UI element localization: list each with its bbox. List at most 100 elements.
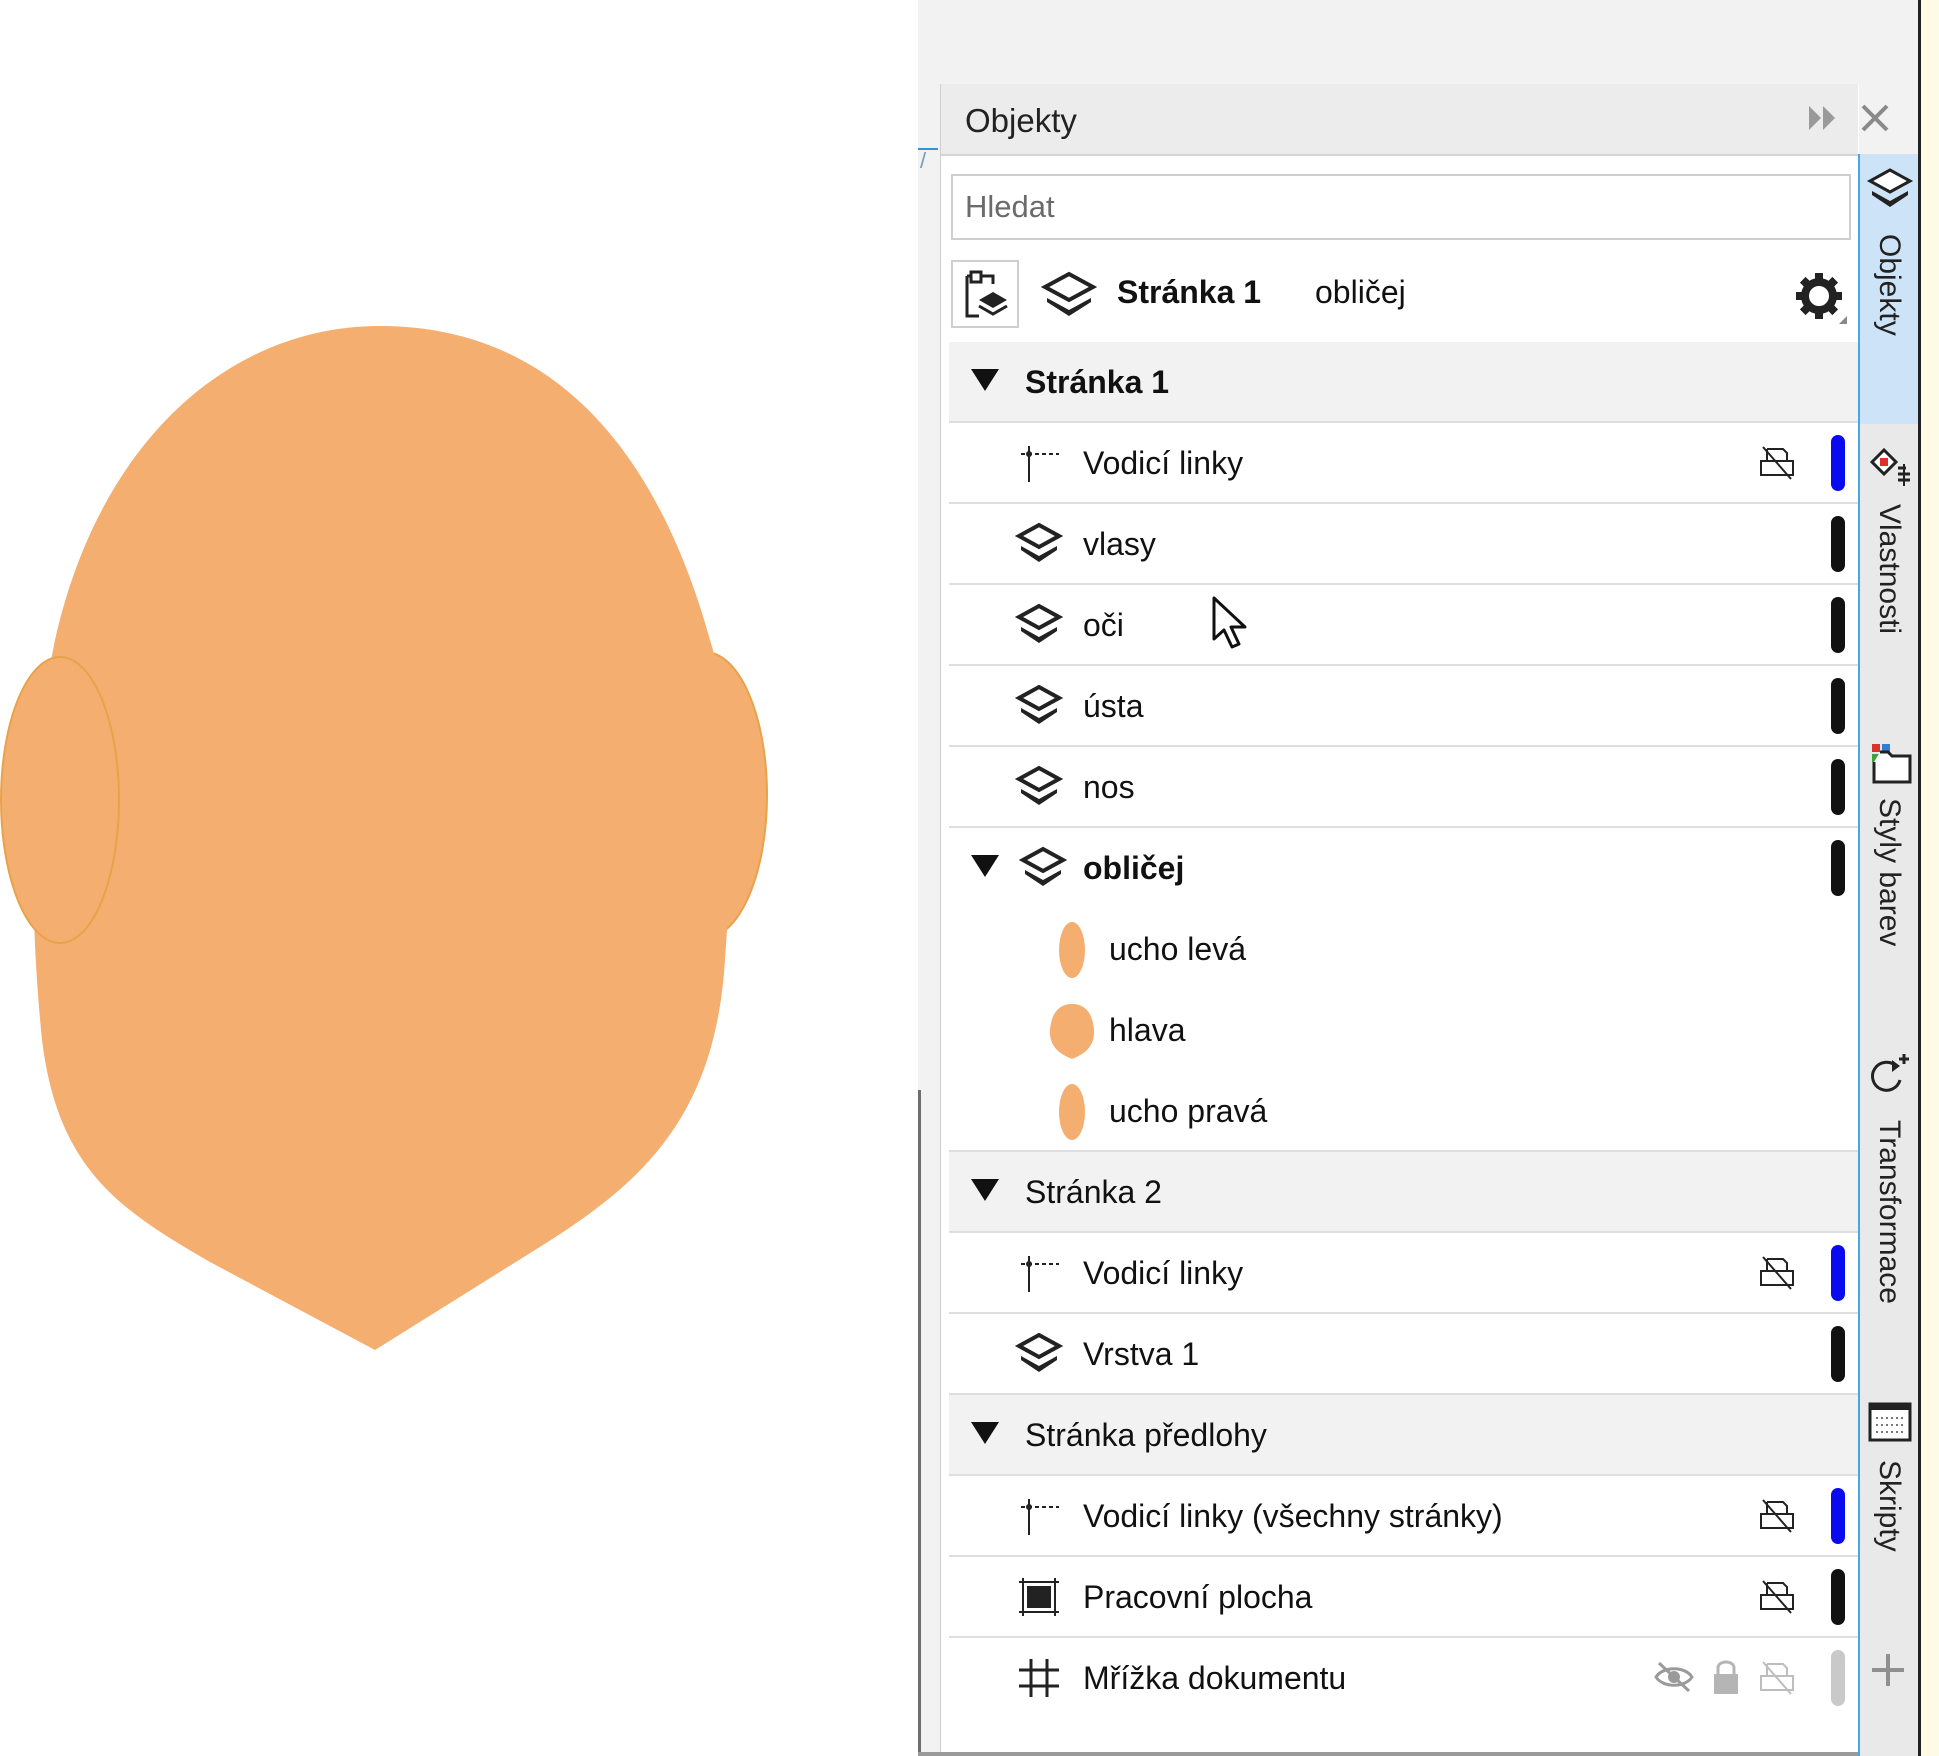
tree-master-page[interactable]: Stránka předlohy — [949, 1395, 1859, 1476]
collapse-icon[interactable] — [1803, 98, 1843, 138]
layer-color-bar[interactable] — [1831, 759, 1845, 815]
tree-page-1[interactable]: Stránka 1 — [949, 342, 1859, 423]
tree-layer-grid[interactable]: Mřížka dokumentu — [949, 1638, 1859, 1719]
tab-scripts[interactable]: Skripty — [1860, 1384, 1920, 1584]
docker-header: Objekty — [941, 84, 1889, 156]
left-docker-tab[interactable]: / — [918, 148, 938, 210]
layer-label: Vodicí linky (všechny stránky) — [1083, 1498, 1503, 1534]
layer-color-bar[interactable] — [1831, 1650, 1845, 1706]
grid-icon — [1019, 1659, 1059, 1697]
layer-color-bar[interactable] — [1831, 435, 1845, 491]
current-page-label[interactable]: Stránka 1 — [1117, 274, 1261, 311]
window-edge — [1918, 0, 1939, 1756]
tree-object-head[interactable]: hlava — [949, 990, 1859, 1071]
tree-layer-eyes[interactable]: oči — [949, 585, 1859, 666]
tree-layer-guides-all[interactable]: Vodicí linky (všechny stránky) — [949, 1476, 1859, 1557]
layer-label: Vrstva 1 — [1083, 1336, 1200, 1372]
docker-title: Objekty — [965, 102, 1077, 139]
layer-label: obličej — [1083, 850, 1185, 886]
docker-tab-strip: Objekty Vlastnosti Styly barev Transform… — [1858, 154, 1920, 1756]
gear-icon[interactable] — [1793, 270, 1849, 326]
layer-label: vlasy — [1083, 526, 1156, 562]
layer-color-bar[interactable] — [1831, 840, 1845, 896]
lock-icon[interactable] — [1709, 1656, 1743, 1696]
layer-color-bar[interactable] — [1831, 1569, 1845, 1625]
layer-icon — [1015, 684, 1063, 724]
layer-icon — [1015, 765, 1063, 805]
tree-layer-hair[interactable]: vlasy — [949, 504, 1859, 585]
tree-layer-guides[interactable]: Vodicí linky — [949, 423, 1859, 504]
collapse-triangle-icon[interactable] — [971, 855, 999, 877]
tab-label: Styly barev — [1873, 798, 1906, 947]
head-shape — [33, 326, 732, 1350]
object-tree: Stránka 1 Vodicí linky vlasy oči ústa no… — [949, 342, 1859, 1719]
layer-label: ústa — [1083, 688, 1144, 724]
head-thumbnail-icon — [1049, 1004, 1095, 1059]
desktop-icon — [1019, 1578, 1059, 1616]
tree-layer-desktop[interactable]: Pracovní plocha — [949, 1557, 1859, 1638]
tree-object-ear-left[interactable]: ucho levá — [949, 909, 1859, 990]
tab-properties[interactable]: Vlastnosti — [1860, 434, 1920, 724]
object-label: hlava — [1109, 1012, 1186, 1048]
tree-layer-layer1[interactable]: Vrstva 1 — [949, 1314, 1859, 1395]
page-label: Stránka předlohy — [1025, 1417, 1267, 1453]
layer-label: oči — [1083, 607, 1124, 643]
collapse-triangle-icon[interactable] — [971, 369, 999, 391]
tree-page-2[interactable]: Stránka 2 — [949, 1152, 1859, 1233]
printer-icon[interactable] — [1757, 1496, 1797, 1536]
scripts-icon — [1868, 1402, 1912, 1442]
layer-color-bar[interactable] — [1831, 516, 1845, 572]
tab-label: Transformace — [1873, 1120, 1906, 1304]
face-drawing — [0, 326, 768, 1350]
guides-icon — [1021, 1256, 1059, 1292]
layer-label: Vodicí linky — [1083, 1255, 1244, 1291]
printer-icon[interactable] — [1757, 1658, 1797, 1698]
tree-layer-guides-2[interactable]: Vodicí linky — [949, 1233, 1859, 1314]
ear-left-shape — [0, 656, 120, 944]
guides-icon — [1021, 446, 1059, 482]
ellipse-thumbnail-icon — [1059, 1084, 1085, 1140]
tree-layer-mouth[interactable]: ústa — [949, 666, 1859, 747]
layer-color-bar[interactable] — [1831, 597, 1845, 653]
canvas-edge — [918, 1090, 921, 1756]
eye-hidden-icon[interactable] — [1653, 1660, 1695, 1694]
guides-icon — [1021, 1499, 1059, 1535]
layer-color-bar[interactable] — [1831, 1245, 1845, 1301]
tab-transform[interactable]: Transformace — [1860, 1024, 1920, 1364]
layer-color-bar[interactable] — [1831, 1326, 1845, 1382]
close-icon[interactable] — [1855, 98, 1895, 138]
layer-icon — [1015, 603, 1063, 643]
current-layer-label[interactable]: obličej — [1315, 274, 1406, 311]
page-label: Stránka 1 — [1025, 364, 1170, 400]
layer-color-bar[interactable] — [1831, 678, 1845, 734]
tab-label: Objekty — [1873, 234, 1906, 336]
collapse-triangle-icon[interactable] — [971, 1179, 999, 1201]
docker-toolbar: Stránka 1 obličej — [941, 254, 1858, 340]
tab-objects[interactable]: Objekty — [1860, 154, 1920, 424]
mouse-cursor-icon — [1212, 596, 1247, 649]
plus-icon[interactable] — [1858, 1640, 1918, 1700]
tree-layer-face[interactable]: obličej — [949, 828, 1859, 909]
tab-color-styles[interactable]: Styly barev — [1860, 724, 1920, 1024]
layer-color-bar[interactable] — [1831, 1488, 1845, 1544]
properties-icon — [1869, 447, 1910, 486]
drawing-canvas[interactable] — [0, 0, 918, 1756]
layer-label: Mřížka dokumentu — [1083, 1660, 1347, 1696]
search-input[interactable] — [951, 174, 1851, 240]
tree-object-ear-right[interactable]: ucho pravá — [949, 1071, 1859, 1152]
object-label: ucho pravá — [1109, 1093, 1268, 1129]
bottom-border — [918, 1752, 1858, 1756]
layer-label: nos — [1083, 769, 1135, 805]
layer-icon — [1015, 522, 1063, 562]
printer-icon[interactable] — [1757, 1577, 1797, 1617]
new-page-button[interactable] — [951, 260, 1019, 328]
collapse-triangle-icon[interactable] — [971, 1422, 999, 1444]
transform-icon — [1871, 1054, 1909, 1092]
layer-label: Vodicí linky — [1083, 445, 1244, 481]
tree-layer-nose[interactable]: nos — [949, 747, 1859, 828]
printer-icon[interactable] — [1757, 1253, 1797, 1293]
printer-icon[interactable] — [1757, 443, 1797, 483]
ellipse-thumbnail-icon — [1059, 922, 1085, 978]
new-page-icon — [965, 270, 1008, 318]
color-styles-icon — [1872, 744, 1912, 784]
